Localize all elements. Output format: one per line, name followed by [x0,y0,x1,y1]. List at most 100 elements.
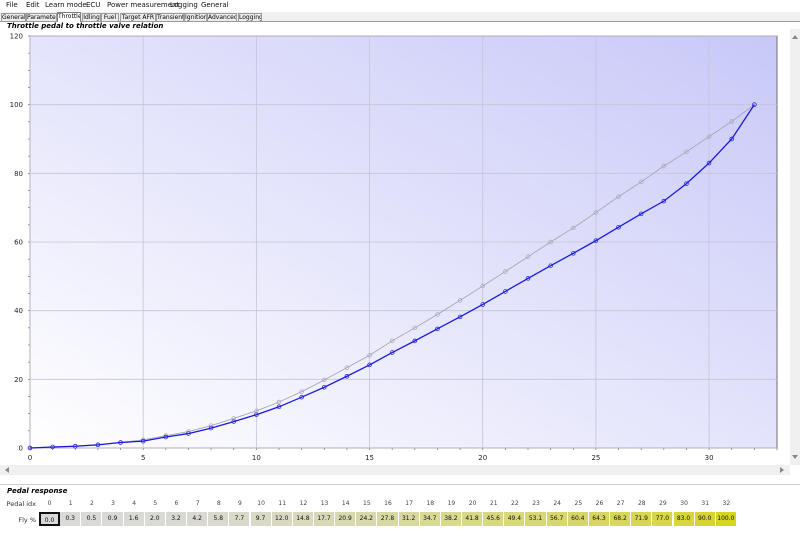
fly-percent-cell[interactable]: 45.6 [483,512,505,526]
fly-percent-cell[interactable]: 100.0 [715,512,737,526]
menu-ecu[interactable]: ECU [86,1,100,9]
horizontal-scrollbar[interactable] [0,465,790,475]
fly-percent-cell[interactable]: 90.0 [694,512,716,526]
x-tick-label: 20 [478,454,487,462]
pedal-idx-cell: 17 [405,500,413,507]
tab-transient[interactable]: Transient [156,13,184,21]
pedal-idx-cell: 16 [384,500,392,507]
fly-percent-cell[interactable]: 27.8 [377,512,399,526]
pedal-idx-cell: 20 [468,500,477,507]
fly-percent-cell[interactable]: 56.7 [546,512,568,526]
pedal-idx-cell: 3 [111,500,115,507]
pedal-idx-cell: 7 [195,500,200,507]
pedal-idx-cell: 31 [701,500,710,507]
fly-percent-cell[interactable]: 14.8 [292,512,314,526]
tab-bar: GeneralParametersThrottleIdlingFuelTarge… [0,12,800,22]
fly-percent-cell[interactable]: 7.7 [229,512,251,526]
y-tick-label: 0 [19,445,23,453]
fly-percent-cell[interactable]: 77.0 [652,512,674,526]
fly-percent-cell[interactable]: 64.3 [588,512,611,526]
y-tick-label: 100 [10,101,23,109]
tab-general[interactable]: General [1,13,26,21]
fly-percent-cell[interactable]: 9.7 [250,512,272,526]
tab-target-afr[interactable]: Target AFR [120,13,156,21]
pedal-idx-cell: 25 [574,500,583,507]
tab-fuel[interactable]: Fuel [101,13,119,21]
fly-percent-cell[interactable]: 24.2 [356,512,378,526]
vertical-scrollbar[interactable] [790,29,800,465]
menu-power-measurement[interactable]: Power measurement [107,1,179,9]
fly-percent-cell[interactable]: 71.9 [631,512,653,526]
pedal-idx-cell: 1 [68,500,73,507]
fly-percent-cell[interactable]: 0.0 [39,512,61,526]
pedal-idx-cell: 10 [257,500,265,507]
throttle-relation-chart[interactable]: 0 5 10 15 20 25 30 0 20 40 60 80 100 120 [0,29,800,477]
fly-percent-cell[interactable]: 31.2 [398,512,420,526]
fly-percent-cell[interactable]: 38.2 [440,512,462,526]
fly-percent-cell[interactable]: 12.0 [271,512,293,526]
pedal-idx-cell: 12 [299,500,308,507]
x-tick-label: 30 [705,454,714,462]
menu-learn-mode[interactable]: Learn mode [45,1,87,9]
fly-percent-cell[interactable]: 49.4 [504,512,526,526]
pedal-idx-cell: 8 [216,500,221,507]
tab-parameters[interactable]: Parameters [26,13,57,21]
pedal-idx-header: Pedal idx [6,500,36,508]
pedal-idx-cell: 32 [722,500,731,507]
pedal-idx-cell: 18 [426,500,435,507]
pedal-idx-cell: 28 [637,500,646,507]
fly-percent-cell[interactable]: 2.0 [144,512,166,526]
y-tick-label: 80 [14,170,23,178]
pedal-idx-cell: 0 [47,500,52,507]
menu-edit[interactable]: Edit [26,1,40,9]
fly-percent-cell[interactable]: 0.3 [60,512,82,526]
pedal-idx-cell: 26 [595,500,604,507]
tab-idling[interactable]: Idling [82,13,101,21]
fly-percent-cell[interactable]: 3.2 [165,512,188,526]
fly-percent-cell[interactable]: 17.7 [313,512,336,526]
pedal-idx-cell: 2 [89,500,94,507]
x-tick-label: 10 [252,454,261,462]
x-tick-label: 0 [28,454,32,462]
section-divider [0,484,800,485]
fly-percent-cell[interactable]: 34.7 [419,512,441,526]
fly-percent-header: Fly % [18,516,36,524]
pedal-idx-cell: 29 [659,500,667,507]
x-tick-label: 5 [141,454,145,462]
pedal-response-title: Pedal response [7,487,68,495]
pedal-idx-cell: 24 [553,500,561,507]
fly-percent-cell[interactable]: 41.8 [462,512,484,526]
fly-percent-cell[interactable]: 20.9 [335,512,357,526]
tab-advanced[interactable]: Advanced [207,13,237,21]
x-tick-label: 15 [365,454,374,462]
fly-percent-cell[interactable]: 5.8 [208,512,230,526]
y-tick-label: 120 [10,33,23,41]
fly-percent-cell[interactable]: 83.0 [673,512,695,526]
menu-bar: File Edit Learn mode ECU Power measurement Lo… [0,0,800,11]
fly-percent-cell[interactable]: 1.6 [123,512,145,526]
x-tick-label: 25 [591,454,600,462]
y-tick-label: 40 [14,307,23,315]
fly-percent-cell[interactable]: 0.5 [81,512,103,526]
fly-percent-cell[interactable]: 68.2 [610,512,632,526]
pedal-idx-cell: 14 [341,500,350,507]
pedal-idx-cell: 19 [447,500,456,507]
fly-percent-cell[interactable]: 60.4 [567,512,589,526]
fly-percent-cell[interactable]: 4.2 [187,512,209,526]
fly-percent-cell[interactable]: 53.1 [525,512,547,526]
pedal-idx-cell: 15 [363,500,371,507]
menu-general[interactable]: General [201,1,229,9]
pedal-idx-cell: 23 [532,500,540,507]
pedal-idx-cell: 11 [278,500,287,507]
y-tick-label: 60 [14,239,23,247]
pedal-idx-cell: 6 [174,500,179,507]
pedal-idx-cell: 30 [680,500,688,507]
menu-file[interactable]: File [6,1,18,9]
tab-logging[interactable]: Logging [238,13,262,21]
fly-percent-cell[interactable]: 0.9 [102,512,124,526]
pedal-idx-cell: 21 [489,500,498,507]
pedal-idx-cell: 9 [238,500,242,507]
menu-logging[interactable]: Logging [170,1,198,9]
tab-ignition[interactable]: Ignition [184,13,207,21]
tab-throttle[interactable]: Throttle [57,12,81,22]
